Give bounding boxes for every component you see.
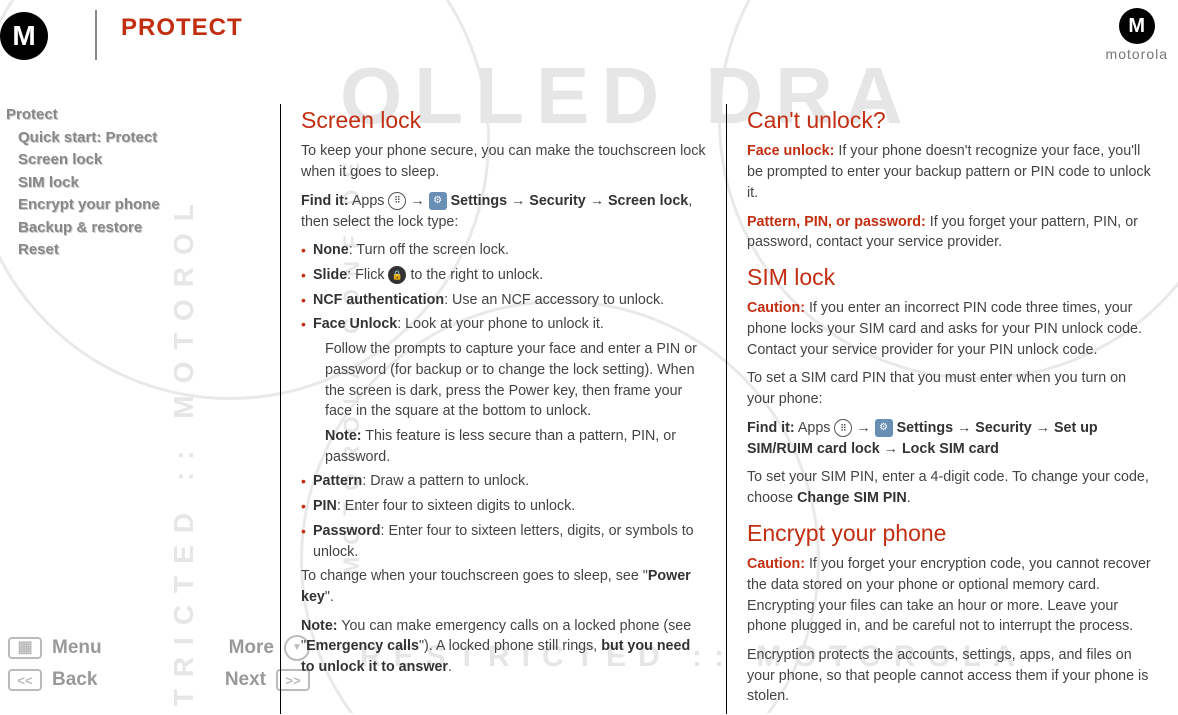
- page-title: PROTECT: [121, 10, 243, 42]
- motorola-logo-small-icon: M: [1119, 8, 1155, 44]
- heading-screen-lock: Screen lock: [301, 104, 706, 137]
- sim-caution: Caution: If you enter an incorrect PIN c…: [747, 298, 1152, 360]
- toc-item-encrypt[interactable]: Encrypt your phone: [6, 194, 260, 217]
- lock-option-slide: Slide: Flick 🔒 to the right to unlock.: [301, 265, 706, 286]
- enc-body: Encryption protects the accounts, settin…: [747, 645, 1152, 707]
- settings-icon: ⚙: [429, 192, 447, 210]
- motorola-logo-icon: M: [0, 12, 48, 60]
- lock-option-ncf: NCF authentication: Use an NCF accessory…: [301, 290, 706, 311]
- screenlock-intro: To keep your phone secure, you can make …: [301, 141, 706, 182]
- cant-face: Face unlock: If your phone doesn't recog…: [747, 141, 1152, 203]
- toc-item-backup[interactable]: Backup & restore: [6, 217, 260, 240]
- sim-set-intro: To set a SIM card PIN that you must ente…: [747, 368, 1152, 409]
- toc-root[interactable]: Protect: [6, 104, 260, 127]
- column-divider: [280, 104, 281, 714]
- face-sub-note: Note: This feature is less secure than a…: [325, 426, 706, 467]
- cant-pattern-pin-pwd: Pattern, PIN, or password: If you forget…: [747, 212, 1152, 253]
- change-sleep-note: To change when your touchscreen goes to …: [301, 566, 706, 607]
- sim-change: To set your SIM PIN, enter a 4-digit cod…: [747, 467, 1152, 508]
- emergency-note: Note: You can make emergency calls on a …: [301, 616, 706, 678]
- lock-option-none: None: Turn off the screen lock.: [301, 240, 706, 261]
- sim-findit: Find it: Apps ⠿ → ⚙ Settings → Security …: [747, 418, 1152, 459]
- heading-sim-lock: SIM lock: [747, 261, 1152, 294]
- toc-item-screenlock[interactable]: Screen lock: [6, 149, 260, 172]
- heading-encrypt: Encrypt your phone: [747, 517, 1152, 550]
- apps-icon: ⠿: [834, 419, 852, 437]
- lock-option-pin: PIN: Enter four to sixteen digits to unl…: [301, 496, 706, 517]
- apps-icon: ⠿: [388, 192, 406, 210]
- column-divider: [726, 104, 727, 714]
- face-sub-follow: Follow the prompts to capture your face …: [325, 339, 706, 422]
- toc-item-simlock[interactable]: SIM lock: [6, 172, 260, 195]
- lock-option-password: Password: Enter four to sixteen letters,…: [301, 521, 706, 562]
- heading-cant-unlock: Can't unlock?: [747, 104, 1152, 137]
- lock-option-face: Face Unlock: Look at your phone to unloc…: [301, 314, 706, 467]
- enc-caution: Caution: If you forget your encryption c…: [747, 554, 1152, 637]
- lock-option-pattern: Pattern: Draw a pattern to unlock.: [301, 471, 706, 492]
- settings-icon: ⚙: [875, 419, 893, 437]
- lock-icon: 🔒: [388, 266, 406, 284]
- screenlock-findit: Find it: Apps ⠿ → ⚙ Settings → Security …: [301, 191, 706, 232]
- toc-item-reset[interactable]: Reset: [6, 239, 260, 262]
- toc-item-quickstart[interactable]: Quick start: Protect: [6, 127, 260, 150]
